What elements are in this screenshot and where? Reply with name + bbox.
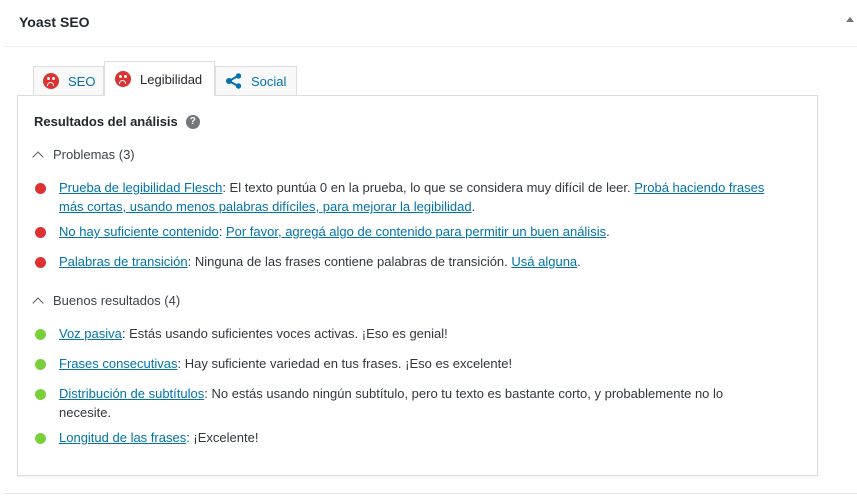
metabox-header[interactable]: Yoast SEO [4, 0, 857, 47]
result-link[interactable]: Voz pasiva [59, 326, 122, 341]
bad-status-dot-icon [35, 257, 46, 268]
analysis-title: Resultados del análisis ? [34, 114, 200, 129]
result-action-link[interactable]: Usá alguna [511, 254, 577, 269]
tab-seo[interactable]: SEO [33, 66, 104, 95]
analysis-title-text: Resultados del análisis [34, 114, 178, 129]
result-text: : El texto puntúa 0 en la prueba, lo que… [222, 180, 635, 195]
good-status-dot-icon [35, 329, 46, 340]
help-icon[interactable]: ? [185, 114, 200, 129]
result-item-problem: Palabras de transición: Ninguna de las f… [35, 252, 775, 271]
good-status-dot-icon [35, 389, 46, 400]
result-end: . [606, 224, 610, 239]
good-results-heading: Buenos resultados (4) [53, 293, 181, 308]
tab-social[interactable]: Social [215, 66, 297, 95]
result-item-problem: No hay suficiente contenido: Por favor, … [35, 222, 775, 241]
problems-section-toggle[interactable]: Problemas (3) [32, 147, 135, 163]
metabox-title: Yoast SEO [19, 14, 90, 30]
tab-social-label: Social [251, 73, 287, 89]
result-link[interactable]: Palabras de transición [59, 254, 188, 269]
good-status-dot-icon [35, 433, 46, 444]
result-action-link[interactable]: Por favor, agregá algo de contenido para… [226, 224, 606, 239]
collapse-toggle-icon[interactable] [846, 17, 854, 22]
result-end: . [471, 199, 476, 214]
result-item-good: Voz pasiva: Estás usando suficientes voc… [35, 324, 775, 343]
result-end: . [577, 254, 581, 269]
result-item-good: Longitud de las frases: ¡Excelente! [35, 428, 775, 447]
result-text: : Ninguna de las frases contiene palabra… [187, 254, 512, 269]
result-link[interactable]: Frases consecutivas [59, 356, 178, 371]
chevron-up-icon [32, 296, 44, 309]
good-status-dot-icon [35, 359, 46, 370]
analysis-panel: Resultados del análisis ? Problemas (3) … [17, 95, 818, 476]
good-results-section-toggle[interactable]: Buenos resultados (4) [32, 293, 181, 309]
tab-legibilidad[interactable]: Legibilidad [104, 61, 215, 96]
share-icon [226, 73, 242, 89]
chevron-up-icon [32, 150, 44, 163]
result-link[interactable]: Distribución de subtítulos [59, 386, 204, 401]
result-link[interactable]: Prueba de legibilidad Flesch [59, 180, 222, 195]
result-link[interactable]: Longitud de las frases [59, 430, 186, 445]
sad-face-icon [43, 73, 59, 89]
result-link[interactable]: No hay suficiente contenido [59, 224, 219, 239]
result-item-good: Distribución de subtítulos: No estás usa… [35, 384, 775, 422]
bad-status-dot-icon [35, 227, 46, 238]
result-item-problem: Prueba de legibilidad Flesch: El texto p… [35, 178, 775, 216]
tab-seo-label: SEO [68, 73, 96, 89]
yoast-seo-metabox: Yoast SEO SEO Legibilidad Social Resulta… [4, 0, 857, 494]
tab-legibilidad-label: Legibilidad [140, 71, 203, 87]
result-text: : Hay suficiente variedad en tus frases.… [177, 356, 513, 371]
problems-heading: Problemas (3) [53, 147, 135, 162]
sad-face-icon [115, 71, 131, 87]
result-text: : [218, 224, 226, 239]
bad-status-dot-icon [35, 183, 46, 194]
result-text: : Estás usando suficientes voces activas… [121, 326, 448, 341]
result-item-good: Frases consecutivas: Hay suficiente vari… [35, 354, 775, 373]
result-text: : ¡Excelente! [186, 430, 259, 445]
